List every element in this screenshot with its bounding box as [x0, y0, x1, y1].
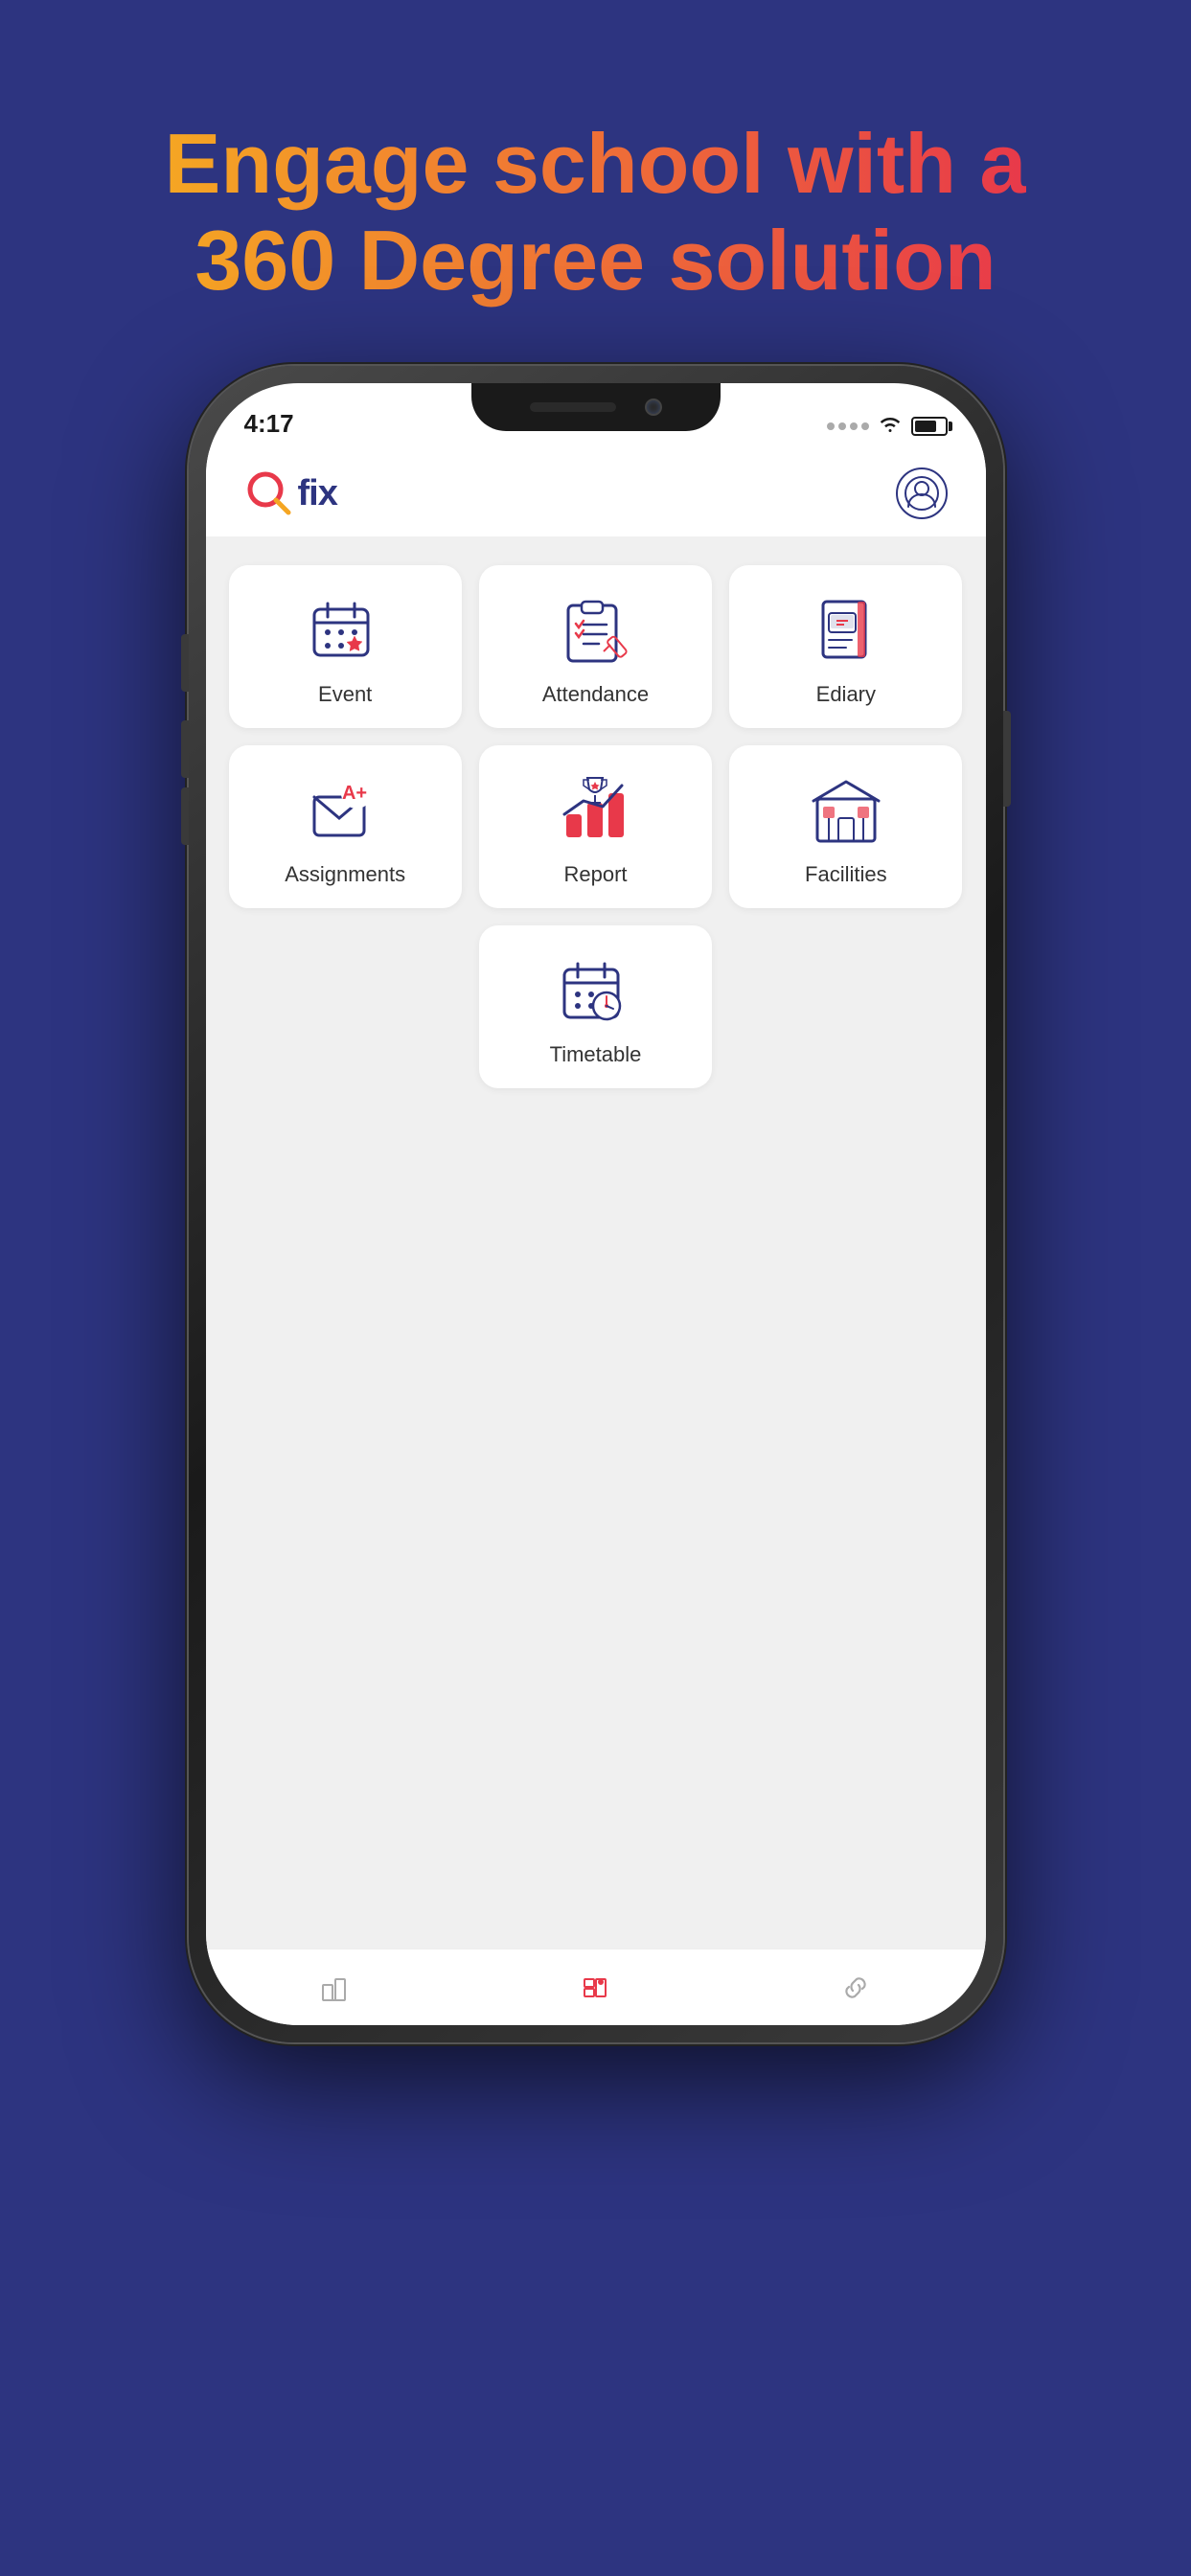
logo-q-icon — [244, 468, 294, 518]
headline-section: Engage school with a 360 Degree solution — [88, 115, 1104, 308]
battery-icon — [911, 417, 948, 436]
app-content: Event — [206, 536, 986, 1949]
menu-grid: Event — [229, 565, 963, 1088]
nav-link[interactable] — [839, 1972, 872, 2004]
bottom-nav — [206, 1949, 986, 2025]
app-logo: fix — [244, 468, 337, 518]
report-label: Report — [563, 862, 627, 887]
menu-item-attendance[interactable]: Attendance — [479, 565, 712, 728]
user-avatar-button[interactable] — [896, 467, 948, 519]
event-label: Event — [318, 682, 372, 707]
app-header: fix — [206, 450, 986, 536]
speaker — [530, 402, 616, 412]
status-time: 4:17 — [244, 409, 294, 439]
event-icon — [302, 592, 388, 669]
phone-mockup: 4:17 — [189, 366, 1003, 2042]
menu-item-ediary[interactable]: Ediary — [729, 565, 962, 728]
camera — [645, 399, 662, 416]
menu-item-report[interactable]: Report — [479, 745, 712, 908]
svg-text:A+: A+ — [342, 783, 367, 804]
assignments-icon: A+ — [302, 772, 388, 849]
status-icons — [827, 414, 948, 439]
report-icon — [552, 772, 638, 849]
menu-item-event[interactable]: Event — [229, 565, 462, 728]
facilities-label: Facilities — [805, 862, 887, 887]
signal-icon — [827, 422, 869, 430]
phone-shell: 4:17 — [189, 366, 1003, 2042]
wifi-icon — [879, 414, 902, 439]
logo-text: fix — [298, 473, 337, 514]
nav-home[interactable] — [579, 1972, 611, 2004]
attendance-icon — [552, 592, 638, 669]
headline-text: Engage school with a 360 Degree solution — [165, 115, 1027, 308]
timetable-label: Timetable — [550, 1042, 642, 1067]
ediary-label: Ediary — [816, 682, 876, 707]
ediary-icon — [803, 592, 889, 669]
menu-item-facilities[interactable]: Facilities — [729, 745, 962, 908]
menu-item-assignments[interactable]: A+ Assignments — [229, 745, 462, 908]
facilities-icon — [803, 772, 889, 849]
menu-item-timetable[interactable]: Timetable — [479, 925, 712, 1088]
assignments-label: Assignments — [285, 862, 405, 887]
nav-dashboard[interactable] — [319, 1972, 352, 2004]
phone-notch — [471, 383, 721, 431]
timetable-icon — [552, 952, 638, 1029]
attendance-label: Attendance — [542, 682, 649, 707]
phone-screen: 4:17 — [206, 383, 986, 2025]
